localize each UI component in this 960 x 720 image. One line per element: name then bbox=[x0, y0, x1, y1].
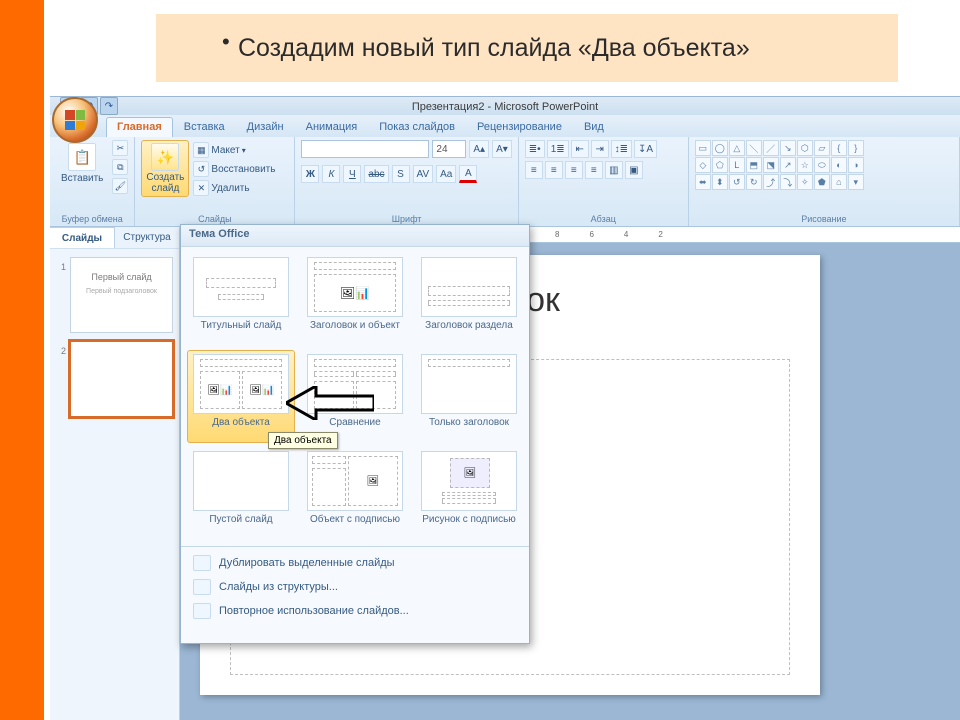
tab-review[interactable]: Рецензирование bbox=[466, 117, 573, 137]
layout-button[interactable]: ▦Макет▾ bbox=[193, 142, 275, 158]
bold-button[interactable]: Ж bbox=[301, 165, 319, 183]
copy-icon[interactable]: ⧉ bbox=[112, 159, 128, 175]
group-paragraph: ≣• 1≣ ⇤ ⇥ ↕≣ ↧A ≡ ≡ ≡ ≡ ▥ ▣ bbox=[519, 137, 689, 226]
columns-button[interactable]: ▥ bbox=[605, 161, 623, 179]
ribbon: 📋 Вставить ✂ ⧉ 🖌 Буфер обмена ✨ Соз bbox=[50, 137, 960, 227]
font-size-combo[interactable] bbox=[432, 140, 466, 158]
duplicate-slides-button[interactable]: Дублировать выделенные слайды bbox=[181, 551, 529, 575]
layout-two-content[interactable]: 🖼📊🖼📊 Два объекта bbox=[187, 350, 295, 443]
delete-icon: ✕ bbox=[193, 180, 209, 196]
shrink-font-button[interactable]: A▾ bbox=[492, 140, 512, 158]
underline-button[interactable]: Ч bbox=[343, 165, 361, 183]
layout-tooltip: Два объекта bbox=[268, 432, 338, 449]
new-slide-icon: ✨ bbox=[151, 143, 179, 171]
panel-tab-outline[interactable]: Структура bbox=[115, 227, 179, 248]
instruction-text: Создадим новый тип слайда «Два объекта» bbox=[238, 34, 750, 63]
shadow-button[interactable]: S bbox=[392, 165, 410, 183]
reset-icon: ↺ bbox=[193, 161, 209, 177]
group-font: A▴ A▾ Ж К Ч abc S AV Aa A Шрифт bbox=[295, 137, 518, 226]
reuse-icon bbox=[193, 603, 211, 619]
font-family-combo[interactable] bbox=[301, 140, 429, 158]
slide-thumbnail-1[interactable]: 1 Первый слайд Первый подзаголовок bbox=[70, 257, 173, 333]
align-right-button[interactable]: ≡ bbox=[565, 161, 583, 179]
layout-icon: ▦ bbox=[193, 142, 209, 158]
outline-icon bbox=[193, 579, 211, 595]
indent-inc-button[interactable]: ⇥ bbox=[591, 140, 609, 158]
title-bar: Презентация2 - Microsoft PowerPoint bbox=[50, 97, 960, 117]
layout-gallery: Тема Office Титульный слайд 🖼📊 Заголовок… bbox=[180, 224, 530, 644]
group-drawing: ▭◯△＼／↘⬡▱{} ◇⬠L⬒⬔↗☆⬭◐◑ ⬌⬍↺↻⤴⤵✧⬟⌂▾ Рисован… bbox=[689, 137, 960, 226]
layout-title-slide[interactable]: Титульный слайд bbox=[187, 253, 295, 346]
shapes-gallery[interactable]: ▭◯△＼／↘⬡▱{} ◇⬠L⬒⬔↗☆⬭◐◑ ⬌⬍↺↻⤴⤵✧⬟⌂▾ bbox=[695, 140, 864, 190]
reuse-slides-button[interactable]: Повторное использование слайдов... bbox=[181, 599, 529, 623]
layout-section-header[interactable]: Заголовок раздела bbox=[415, 253, 523, 346]
layout-blank[interactable]: Пустой слайд bbox=[187, 447, 295, 540]
cut-icon[interactable]: ✂ bbox=[112, 140, 128, 156]
panel-tab-slides[interactable]: Слайды bbox=[50, 227, 115, 248]
paste-icon: 📋 bbox=[68, 143, 96, 171]
duplicate-icon bbox=[193, 555, 211, 571]
strike-button[interactable]: abc bbox=[364, 165, 388, 183]
group-slides-label: Слайды bbox=[141, 213, 288, 224]
bullets-button[interactable]: ≣• bbox=[525, 140, 545, 158]
window-title: Презентация2 - Microsoft PowerPoint bbox=[412, 101, 598, 113]
change-case-button[interactable]: Aa bbox=[436, 165, 456, 183]
align-center-button[interactable]: ≡ bbox=[545, 161, 563, 179]
instruction-banner: Создадим новый тип слайда «Два объекта» bbox=[156, 14, 898, 82]
qat-redo-icon[interactable]: ↷ bbox=[100, 97, 118, 115]
orange-accent-bar bbox=[0, 0, 44, 720]
delete-button[interactable]: ✕Удалить bbox=[193, 180, 275, 196]
tab-design[interactable]: Дизайн bbox=[236, 117, 295, 137]
layout-picture-caption[interactable]: 🖼 Рисунок с подписью bbox=[415, 447, 523, 540]
char-spacing-button[interactable]: AV bbox=[413, 165, 434, 183]
slides-from-outline-button[interactable]: Слайды из структуры... bbox=[181, 575, 529, 599]
font-color-button[interactable]: A bbox=[459, 165, 477, 183]
layout-title-only[interactable]: Только заголовок bbox=[415, 350, 523, 443]
italic-button[interactable]: К bbox=[322, 165, 340, 183]
paste-button[interactable]: 📋 Вставить bbox=[56, 140, 108, 187]
tab-animation[interactable]: Анимация bbox=[295, 117, 369, 137]
format-painter-icon[interactable]: 🖌 bbox=[112, 178, 128, 194]
convert-smartart-button[interactable]: ▣ bbox=[625, 161, 643, 179]
align-left-button[interactable]: ≡ bbox=[525, 161, 543, 179]
indent-dec-button[interactable]: ⇤ bbox=[571, 140, 589, 158]
tab-slideshow[interactable]: Показ слайдов bbox=[368, 117, 466, 137]
pointer-arrow-icon bbox=[286, 386, 374, 420]
tab-view[interactable]: Вид bbox=[573, 117, 615, 137]
gallery-footer: Дублировать выделенные слайды Слайды из … bbox=[181, 546, 529, 627]
layout-title-content[interactable]: 🖼📊 Заголовок и объект bbox=[301, 253, 409, 346]
line-spacing-button[interactable]: ↕≣ bbox=[611, 140, 632, 158]
group-clipboard-label: Буфер обмена bbox=[56, 213, 128, 224]
group-clipboard: 📋 Вставить ✂ ⧉ 🖌 Буфер обмена bbox=[50, 137, 135, 226]
paste-label: Вставить bbox=[61, 173, 103, 184]
group-paragraph-label: Абзац bbox=[525, 213, 682, 224]
group-slides: ✨ Создать слайд ▦Макет▾ ↺Восстановить ✕У… bbox=[135, 137, 295, 226]
thumb-number: 1 bbox=[61, 262, 66, 272]
tab-home[interactable]: Главная bbox=[106, 117, 173, 137]
thumb-number: 2 bbox=[61, 346, 66, 356]
align-justify-button[interactable]: ≡ bbox=[585, 161, 603, 179]
new-slide-button[interactable]: ✨ Создать слайд bbox=[141, 140, 189, 197]
gallery-header: Тема Office bbox=[181, 225, 529, 247]
tab-insert[interactable]: Вставка bbox=[173, 117, 236, 137]
grow-font-button[interactable]: A▴ bbox=[469, 140, 489, 158]
text-direction-button[interactable]: ↧A bbox=[634, 140, 657, 158]
slides-panel: Слайды Структура 1 Первый слайд Первый п… bbox=[50, 227, 180, 720]
new-slide-label: Создать слайд bbox=[146, 173, 184, 194]
layout-content-caption[interactable]: 🖼 Объект с подписью bbox=[301, 447, 409, 540]
office-logo-icon bbox=[65, 110, 85, 130]
reset-button[interactable]: ↺Восстановить bbox=[193, 161, 275, 177]
slide-thumbnail-2[interactable]: 2 bbox=[70, 341, 173, 417]
numbering-button[interactable]: 1≣ bbox=[547, 140, 569, 158]
ribbon-tabs: Главная Вставка Дизайн Анимация Показ сл… bbox=[50, 115, 960, 137]
group-font-label: Шрифт bbox=[301, 213, 511, 224]
office-button[interactable] bbox=[52, 97, 98, 143]
group-drawing-label: Рисование bbox=[695, 213, 953, 224]
